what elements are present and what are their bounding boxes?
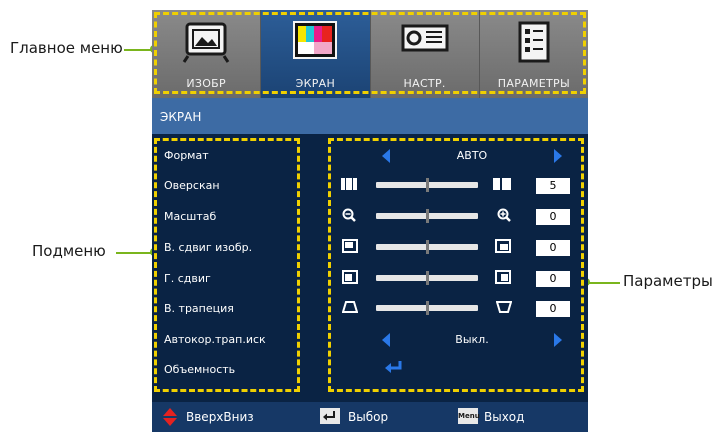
footer-select-label: Выбор — [348, 410, 389, 424]
parameters-highlight — [328, 138, 584, 392]
format-left-arrow[interactable] — [382, 149, 390, 163]
overscan-slider-knob[interactable] — [426, 178, 429, 192]
menu-title: ЭКРАН — [160, 110, 202, 124]
image-left-icon — [341, 269, 359, 285]
zoom-slider-knob[interactable] — [426, 209, 429, 223]
zoom-in-icon — [497, 208, 511, 222]
overscan-plus-icon — [492, 177, 512, 191]
display-icon — [292, 20, 338, 66]
footer-updown-label: ВверхВниз — [186, 410, 254, 424]
submenu-item-zoom[interactable]: Масштаб — [164, 210, 216, 223]
h-shift-slider-knob[interactable] — [426, 271, 429, 285]
format-right-arrow[interactable] — [554, 149, 562, 163]
h-shift-slider[interactable] — [376, 271, 478, 285]
menu-footer: ВверхВниз Выбор Menu Выход — [152, 402, 588, 432]
updown-arrows-icon — [162, 408, 178, 430]
keystone-slider[interactable] — [376, 301, 478, 315]
image-up-icon — [494, 238, 512, 254]
keystone-slider-knob[interactable] — [426, 301, 429, 315]
submenu-item-keystone[interactable]: В. трапеция — [164, 302, 234, 315]
keystone-narrow-top-icon — [342, 300, 358, 314]
image-right-icon — [494, 269, 512, 285]
overscan-value[interactable]: 5 — [536, 178, 570, 194]
submenu-highlight — [154, 138, 300, 392]
format-value: АВТО — [456, 149, 488, 162]
keystone-value[interactable]: 0 — [536, 301, 570, 317]
main-menu-leader — [124, 45, 158, 53]
image-down-icon — [341, 238, 359, 254]
parameters-leader — [582, 278, 620, 286]
v-shift-slider[interactable] — [376, 240, 478, 254]
tab-label: ЭКРАН — [295, 77, 336, 90]
auto-keystone-value: Выкл. — [455, 333, 489, 346]
enter-icon[interactable] — [384, 360, 404, 376]
zoom-value[interactable]: 0 — [536, 209, 570, 225]
auto-keystone-left-arrow[interactable] — [382, 333, 390, 347]
menu-key-icon: Menu — [458, 408, 480, 424]
enter-key-icon — [320, 408, 340, 428]
main-menu-tabs: ИЗОБР ЭКРАН НАСТР. ПАРАМЕТРЫ — [152, 10, 588, 98]
footer-exit-label: Выход — [484, 410, 525, 424]
parameters-callout: Параметры — [623, 272, 713, 290]
tab-picture[interactable]: ИЗОБР — [152, 10, 262, 98]
tab-label: ПАРАМЕТРЫ — [497, 77, 570, 90]
tab-options[interactable]: ПАРАМЕТРЫ — [480, 10, 588, 98]
menu-header: ЭКРАН — [152, 98, 588, 134]
tab-label: ИЗОБР — [186, 77, 226, 90]
picture-icon — [182, 20, 230, 68]
submenu-item-v-shift[interactable]: В. сдвиг изобр. — [164, 241, 252, 254]
overscan-slider[interactable] — [376, 178, 478, 192]
h-shift-value[interactable]: 0 — [536, 271, 570, 287]
tab-display[interactable]: ЭКРАН — [261, 10, 371, 98]
submenu-item-3d[interactable]: Объемность — [164, 363, 235, 376]
zoom-out-icon — [342, 208, 356, 222]
submenu-leader — [116, 248, 158, 256]
projector-icon — [400, 20, 450, 64]
auto-keystone-right-arrow[interactable] — [554, 333, 562, 347]
zoom-slider[interactable] — [376, 209, 478, 223]
osd-menu: ИЗОБР ЭКРАН НАСТР. ПАРАМЕТРЫ ЭКРАН Форма… — [152, 10, 588, 432]
v-shift-value[interactable]: 0 — [536, 240, 570, 256]
options-icon — [517, 20, 551, 68]
keystone-narrow-bottom-icon — [496, 300, 512, 314]
submenu-item-format[interactable]: Формат — [164, 149, 209, 162]
submenu-item-h-shift[interactable]: Г. сдвиг — [164, 272, 211, 285]
overscan-minus-icon — [340, 177, 358, 191]
submenu-item-auto-keystone[interactable]: Автокор.трап.иск — [164, 333, 266, 346]
main-menu-callout: Главное меню — [10, 39, 123, 57]
submenu-callout: Подменю — [32, 242, 106, 260]
v-shift-slider-knob[interactable] — [426, 240, 429, 254]
menu-panel: Формат Оверскан Масштаб В. сдвиг изобр. … — [152, 134, 588, 402]
tab-label: НАСТР. — [403, 77, 446, 90]
tab-setup[interactable]: НАСТР. — [371, 10, 480, 98]
submenu-item-overscan[interactable]: Оверскан — [164, 179, 220, 192]
